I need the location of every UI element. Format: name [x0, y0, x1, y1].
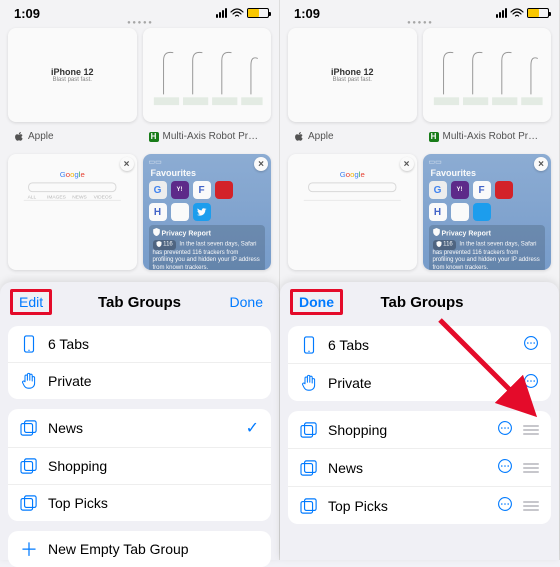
private-row[interactable]: Private [288, 364, 551, 401]
done-button[interactable]: Done [292, 292, 341, 312]
close-icon[interactable]: × [534, 157, 548, 171]
drag-handle-icon[interactable] [523, 425, 539, 435]
tabgroup-icon [300, 497, 318, 515]
group-row[interactable]: News [288, 449, 551, 487]
sheet-title: Tab Groups [341, 294, 503, 311]
svg-text:ALL: ALL [28, 194, 37, 200]
tabs-section: 6 Tabs Private [8, 326, 271, 399]
tabs-count-row[interactable]: 6 Tabs [288, 326, 551, 364]
group-row[interactable]: Top Picks [288, 487, 551, 524]
edit-button[interactable]: Edit [12, 292, 56, 312]
tab-thumbnail-robot[interactable] [423, 28, 552, 122]
tab-thumbnail-apple[interactable]: iPhone 12 Blast past fast. [288, 28, 417, 122]
tab-label-robot: H Multi-Axis Robot Product... [143, 128, 272, 148]
privacy-report: Privacy Report 116 In the last seven day… [149, 225, 266, 270]
hand-icon [20, 372, 38, 390]
signal-icon [216, 8, 227, 18]
sheet-title: Tab Groups [56, 294, 223, 311]
drag-handle-icon[interactable] [523, 463, 539, 473]
more-icon[interactable] [497, 458, 513, 477]
more-icon[interactable] [523, 335, 539, 354]
tabgroup-icon: ▭▭ [429, 158, 546, 166]
tab-thumbnail-google[interactable]: × Google ALL IMAGES NEWS VIDEOS [8, 154, 137, 270]
drag-handle-icon[interactable] [523, 501, 539, 511]
tab-thumbnail-google[interactable]: × Google [288, 154, 417, 270]
group-row[interactable]: Top Picks [8, 485, 271, 521]
wifi-icon [510, 8, 524, 18]
tab-thumbnail-apple[interactable]: iPhone 12 Blast past fast. [8, 28, 137, 122]
tab-thumbnail-robot[interactable] [143, 28, 272, 122]
svg-text:Google: Google [60, 170, 85, 179]
tabgroup-icon [300, 421, 318, 439]
groups-section-editing: Shopping News Top Pick [288, 411, 551, 524]
tab-grid: iPhone 12 Blast past fast. [280, 26, 559, 276]
privacy-report: Privacy Report 116 In the last seven day… [429, 225, 546, 270]
tabs-icon [300, 336, 318, 354]
svg-text:Google: Google [340, 170, 365, 179]
done-button[interactable]: Done [223, 292, 267, 312]
robot-diagram [149, 34, 266, 116]
tabgroup-icon [20, 457, 38, 475]
private-row[interactable]: Private [8, 363, 271, 399]
left-screenshot: 1:09 ● ● ● ● ● iPhone 12 Blast past fast… [0, 0, 280, 560]
right-screenshot: 1:09 ● ● ● ● ● iPhone 12 Blast past fast… [280, 0, 560, 560]
tabs-section: 6 Tabs Private [288, 326, 551, 401]
battery-icon [247, 8, 269, 18]
apple-logo-icon [14, 132, 24, 142]
tab-label-apple: Apple [8, 128, 137, 148]
tab-thumbnail-favorites[interactable]: × ▭▭ Favourites G Y! F H Privacy Report [423, 154, 552, 270]
site-badge-icon: H [429, 132, 439, 142]
favorites-title: Favourites [151, 168, 266, 178]
tab-groups-sheet-editing: Done Tab Groups 6 Tabs Private [280, 282, 559, 560]
signal-icon [496, 8, 507, 18]
checkmark-icon: ✓ [246, 418, 259, 438]
svg-text:IMAGES: IMAGES [47, 194, 67, 200]
battery-icon [527, 8, 549, 18]
more-icon[interactable] [523, 373, 539, 392]
tabgroup-icon [20, 494, 38, 512]
tab-grid: iPhone 12 Blast past fast. [0, 26, 279, 276]
clock: 1:09 [294, 6, 320, 21]
status-bar: 1:09 [0, 0, 279, 22]
thumb-title: iPhone 12 [51, 67, 94, 77]
tabs-count-row[interactable]: 6 Tabs [8, 326, 271, 363]
tabgroup-icon [300, 459, 318, 477]
shield-icon [433, 228, 440, 239]
apple-logo-icon [294, 132, 304, 142]
close-icon[interactable]: × [400, 157, 414, 171]
tab-groups-sheet: Edit Tab Groups Done 6 Tabs Private [0, 282, 279, 560]
svg-text:VIDEOS: VIDEOS [94, 194, 113, 200]
site-badge-icon: H [149, 132, 159, 142]
shield-icon [153, 228, 160, 239]
groups-section: News ✓ Shopping Top Picks [8, 409, 271, 521]
wifi-icon [230, 8, 244, 18]
group-row[interactable]: News ✓ [8, 409, 271, 448]
group-row[interactable]: Shopping [8, 448, 271, 485]
new-group-section: ＋ New Empty Tab Group [8, 531, 271, 567]
new-group-row[interactable]: ＋ New Empty Tab Group [8, 531, 271, 567]
tabgroup-icon: ▭▭ [149, 158, 266, 166]
close-icon[interactable]: × [120, 157, 134, 171]
svg-text:NEWS: NEWS [72, 194, 87, 200]
tab-label-robot: H Multi-Axis Robot Product... [423, 128, 552, 148]
more-icon[interactable] [497, 496, 513, 515]
plus-icon: ＋ [20, 540, 38, 558]
favorites-grid: G Y! F H [149, 181, 266, 221]
status-bar: 1:09 [280, 0, 559, 22]
clock: 1:09 [14, 6, 40, 21]
tabs-icon [20, 335, 38, 353]
hand-icon [300, 374, 318, 392]
tabgroup-icon [20, 419, 38, 437]
close-icon[interactable]: × [254, 157, 268, 171]
google-page: Google ALL IMAGES NEWS VIDEOS [14, 160, 131, 264]
more-icon[interactable] [497, 420, 513, 439]
tab-label-apple: Apple [288, 128, 417, 148]
group-row[interactable]: Shopping [288, 411, 551, 449]
tab-thumbnail-favorites[interactable]: × ▭▭ Favourites G Y! F H [143, 154, 272, 270]
